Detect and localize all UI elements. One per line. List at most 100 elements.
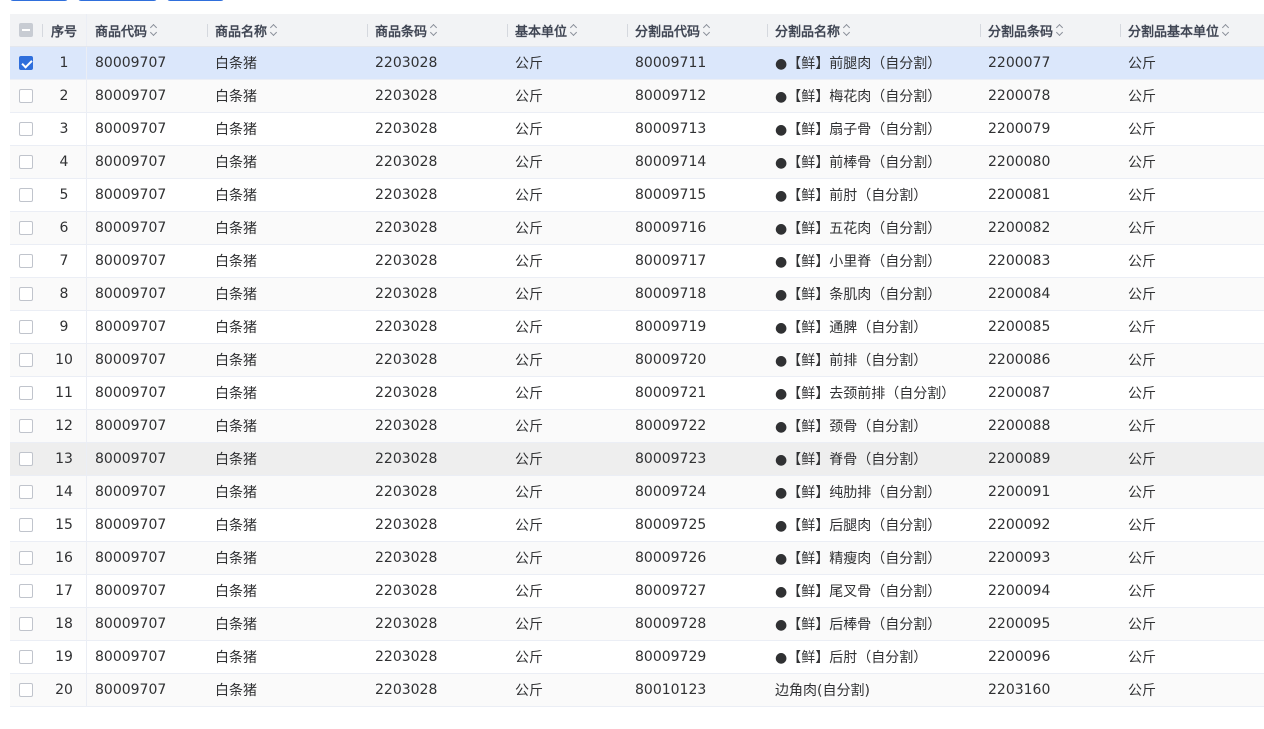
row-checkbox[interactable] bbox=[19, 155, 33, 169]
row-checkbox[interactable] bbox=[19, 254, 33, 268]
cell-name: 白条猪 bbox=[215, 155, 257, 171]
row-checkbox[interactable] bbox=[19, 452, 33, 466]
row-checkbox[interactable] bbox=[19, 683, 33, 697]
row-checkbox-cell[interactable] bbox=[10, 80, 42, 112]
table-row[interactable]: 4 80009707 白条猪 2203028 公斤 80009714 ●【鲜】前棒骨（自分割… bbox=[10, 146, 1264, 179]
row-checkbox[interactable] bbox=[19, 188, 33, 202]
header-split-name[interactable]: 分割品名称 bbox=[767, 14, 980, 46]
sort-icon[interactable] bbox=[703, 24, 711, 36]
row-checkbox-cell[interactable] bbox=[10, 608, 42, 640]
table-row[interactable]: 17 80009707 白条猪 2203028 公斤 80009727 ●【鲜】尾叉骨（自分… bbox=[10, 575, 1264, 608]
table-row[interactable]: 8 80009707 白条猪 2203028 公斤 80009718 ●【鲜】条肌肉（自分割… bbox=[10, 278, 1264, 311]
header-name[interactable]: 商品名称 bbox=[207, 14, 367, 46]
row-checkbox-cell[interactable] bbox=[10, 146, 42, 178]
cell-split-code: 80009725 bbox=[635, 517, 707, 533]
sort-icon[interactable] bbox=[270, 24, 278, 36]
table-row[interactable]: 15 80009707 白条猪 2203028 公斤 80009725 ●【鲜】后腿肉（自分… bbox=[10, 509, 1264, 542]
cell-split-barcode: 2200093 bbox=[988, 550, 1051, 566]
table-row[interactable]: 9 80009707 白条猪 2203028 公斤 80009719 ●【鲜】通脾（自分割）… bbox=[10, 311, 1264, 344]
cell-unit: 公斤 bbox=[515, 386, 543, 402]
row-checkbox-cell[interactable] bbox=[10, 344, 42, 376]
cell-code: 80009707 bbox=[95, 220, 167, 236]
header-split-barcode[interactable]: 分割品条码 bbox=[980, 14, 1120, 46]
row-checkbox[interactable] bbox=[19, 386, 33, 400]
table-row[interactable]: 14 80009707 白条猪 2203028 公斤 80009724 ●【鲜】纯肋排（自分… bbox=[10, 476, 1264, 509]
select-all-checkbox[interactable] bbox=[19, 23, 33, 37]
cell-code: 80009707 bbox=[95, 385, 167, 401]
table-row[interactable]: 2 80009707 白条猪 2203028 公斤 80009712 ●【鲜】梅花肉（自分割… bbox=[10, 80, 1264, 113]
cell-code: 80009707 bbox=[95, 55, 167, 71]
toolbar-button-1[interactable] bbox=[10, 0, 68, 1]
header-barcode[interactable]: 商品条码 bbox=[367, 14, 507, 46]
table-row[interactable]: 10 80009707 白条猪 2203028 公斤 80009720 ●【鲜】前排（自分割… bbox=[10, 344, 1264, 377]
cell-split-unit: 公斤 bbox=[1128, 650, 1156, 666]
header-split-code[interactable]: 分割品代码 bbox=[627, 14, 767, 46]
row-checkbox-cell[interactable] bbox=[10, 278, 42, 310]
row-checkbox[interactable] bbox=[19, 320, 33, 334]
toolbar-button-2[interactable] bbox=[78, 0, 157, 1]
row-checkbox[interactable] bbox=[19, 584, 33, 598]
select-all-cell[interactable] bbox=[10, 14, 42, 46]
table-row[interactable]: 20 80009707 白条猪 2203028 公斤 80010123 边角肉(自分割) 22… bbox=[10, 674, 1264, 707]
sort-icon[interactable] bbox=[150, 24, 158, 36]
cell-unit: 公斤 bbox=[515, 617, 543, 633]
row-checkbox-cell[interactable] bbox=[10, 641, 42, 673]
row-checkbox-cell[interactable] bbox=[10, 476, 42, 508]
row-checkbox[interactable] bbox=[19, 287, 33, 301]
sort-icon[interactable] bbox=[430, 24, 438, 36]
cell-split-code: 80009718 bbox=[635, 286, 707, 302]
toolbar-button-3[interactable] bbox=[167, 0, 224, 1]
row-checkbox-cell[interactable] bbox=[10, 410, 42, 442]
row-checkbox[interactable] bbox=[19, 551, 33, 565]
row-checkbox-cell[interactable] bbox=[10, 311, 42, 343]
cell-name: 白条猪 bbox=[215, 650, 257, 666]
header-split-unit[interactable]: 分割品基本单位 bbox=[1120, 14, 1264, 46]
cell-barcode: 2203028 bbox=[375, 154, 438, 170]
table-row[interactable]: 12 80009707 白条猪 2203028 公斤 80009722 ●【鲜】颈骨（自分割… bbox=[10, 410, 1264, 443]
table-row[interactable]: 16 80009707 白条猪 2203028 公斤 80009726 ●【鲜】精瘦肉（自分… bbox=[10, 542, 1264, 575]
cell-split-code: 80009719 bbox=[635, 319, 707, 335]
cell-split-unit: 公斤 bbox=[1128, 122, 1156, 138]
table-row[interactable]: 6 80009707 白条猪 2203028 公斤 80009716 ●【鲜】五花肉（自分割… bbox=[10, 212, 1264, 245]
table-row[interactable]: 3 80009707 白条猪 2203028 公斤 80009713 ●【鲜】扇子骨（自分割… bbox=[10, 113, 1264, 146]
row-checkbox[interactable] bbox=[19, 617, 33, 631]
sort-icon[interactable] bbox=[1222, 24, 1230, 36]
row-checkbox-cell[interactable] bbox=[10, 245, 42, 277]
row-checkbox[interactable] bbox=[19, 56, 33, 70]
row-checkbox[interactable] bbox=[19, 353, 33, 367]
row-checkbox[interactable] bbox=[19, 221, 33, 235]
row-checkbox[interactable] bbox=[19, 122, 33, 136]
sort-icon[interactable] bbox=[570, 24, 578, 36]
table-row[interactable]: 11 80009707 白条猪 2203028 公斤 80009721 ●【鲜】去颈前排（自… bbox=[10, 377, 1264, 410]
row-checkbox-cell[interactable] bbox=[10, 674, 42, 706]
table-row[interactable]: 5 80009707 白条猪 2203028 公斤 80009715 ●【鲜】前肘（自分割）… bbox=[10, 179, 1264, 212]
header-code[interactable]: 商品代码 bbox=[87, 14, 207, 46]
header-unit[interactable]: 基本单位 bbox=[507, 14, 627, 46]
sort-icon[interactable] bbox=[843, 24, 851, 36]
row-checkbox[interactable] bbox=[19, 89, 33, 103]
row-checkbox-cell[interactable] bbox=[10, 443, 42, 475]
row-checkbox[interactable] bbox=[19, 485, 33, 499]
row-checkbox[interactable] bbox=[19, 419, 33, 433]
cell-name: 白条猪 bbox=[215, 89, 257, 105]
table-row[interactable]: 1 80009707 白条猪 2203028 公斤 80009711 ●【鲜】前腿肉（自分割… bbox=[10, 47, 1264, 80]
row-checkbox-cell[interactable] bbox=[10, 212, 42, 244]
cell-split-barcode: 2200095 bbox=[988, 616, 1051, 632]
row-checkbox-cell[interactable] bbox=[10, 47, 42, 79]
cell-code: 80009707 bbox=[95, 253, 167, 269]
row-checkbox[interactable] bbox=[19, 650, 33, 664]
table-row[interactable]: 7 80009707 白条猪 2203028 公斤 80009717 ●【鲜】小里脊（自分割… bbox=[10, 245, 1264, 278]
row-checkbox-cell[interactable] bbox=[10, 575, 42, 607]
table-row[interactable]: 18 80009707 白条猪 2203028 公斤 80009728 ●【鲜】后棒骨（自分… bbox=[10, 608, 1264, 641]
cell-split-code: 80009723 bbox=[635, 451, 707, 467]
sort-icon[interactable] bbox=[1056, 24, 1064, 36]
row-checkbox-cell[interactable] bbox=[10, 509, 42, 541]
table-row[interactable]: 13 80009707 白条猪 2203028 公斤 80009723 ●【鲜】脊骨（自分割… bbox=[10, 443, 1264, 476]
row-checkbox-cell[interactable] bbox=[10, 542, 42, 574]
table-row[interactable]: 19 80009707 白条猪 2203028 公斤 80009729 ●【鲜】后肘（自分割… bbox=[10, 641, 1264, 674]
cell-split-barcode: 2200092 bbox=[988, 517, 1051, 533]
row-checkbox[interactable] bbox=[19, 518, 33, 532]
row-checkbox-cell[interactable] bbox=[10, 377, 42, 409]
row-checkbox-cell[interactable] bbox=[10, 113, 42, 145]
row-checkbox-cell[interactable] bbox=[10, 179, 42, 211]
